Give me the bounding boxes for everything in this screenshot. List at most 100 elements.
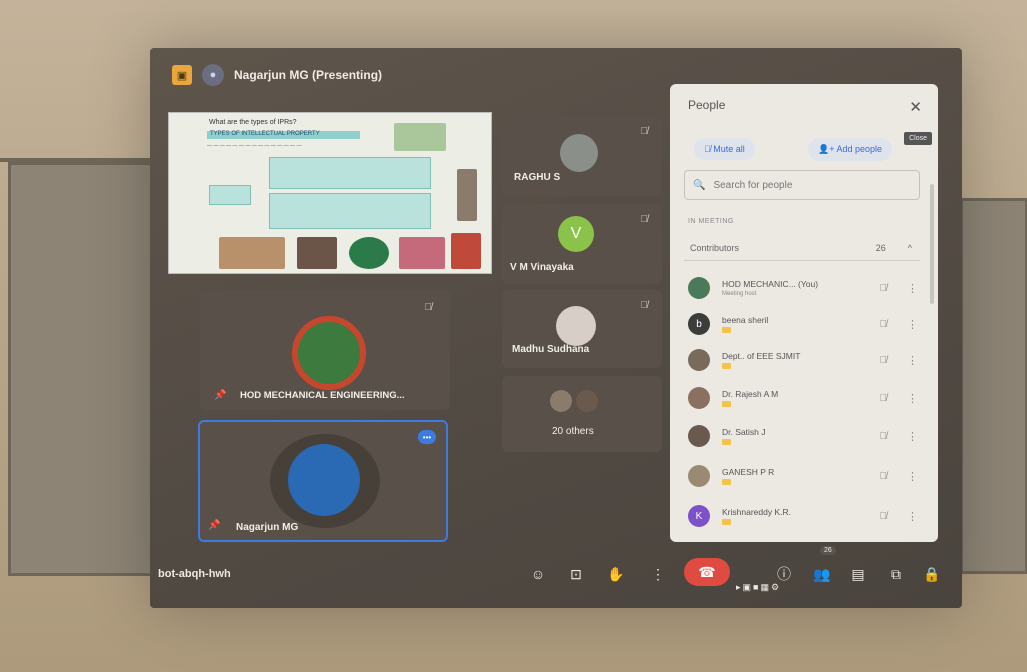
slide-box-left xyxy=(209,185,251,205)
slide-image-logo xyxy=(394,123,446,151)
chat-icon[interactable]: ▤ xyxy=(846,562,870,586)
mic-off-icon[interactable]: 🎙̸ xyxy=(880,431,888,442)
mic-off-icon[interactable]: 🎙̸ xyxy=(880,511,888,522)
tile-raghu[interactable]: 🎙̸ RAGHU S xyxy=(502,116,662,196)
tile-hod[interactable]: 🎙̸ 📌 HOD MECHANICAL ENGINEERING... xyxy=(200,290,450,410)
raise-hand-icon[interactable]: ✋ xyxy=(604,562,628,586)
chevron-up-icon[interactable]: ^ xyxy=(908,243,912,253)
tile-name: Madhu Sudhana xyxy=(512,344,590,355)
mic-off-icon: 🎙̸ xyxy=(640,126,649,137)
participant-name: beena sheril xyxy=(722,315,769,325)
present-now-icon[interactable]: ⊡ xyxy=(564,562,588,586)
scrollbar[interactable] xyxy=(930,184,934,304)
slide-image-4 xyxy=(451,233,481,269)
avatar: V xyxy=(558,216,594,252)
shared-slide: What are the types of IPRs? TYPES OF INT… xyxy=(168,112,492,274)
more-vert-icon[interactable]: ⋮ xyxy=(907,510,918,523)
control-bar: bot-abqh-hwh ☺ ⊡ ✋ ⋮ ☎ ⓘ 26 👥 ▤ ⧉ 🔒 ▸▣■▦… xyxy=(150,546,962,600)
mic-off-icon[interactable]: 🎙̸ xyxy=(880,471,888,482)
avatar: b xyxy=(688,313,710,335)
more-options-icon[interactable]: ⋮ xyxy=(646,562,670,586)
mic-off-icon[interactable]: 🎙̸ xyxy=(880,355,888,366)
participant-row[interactable]: HOD MECHANIC... (You) Meeting host 🎙̸ ⋮ xyxy=(688,270,924,306)
people-icon[interactable]: 👥 xyxy=(810,562,834,586)
more-vert-icon[interactable]: ⋮ xyxy=(907,430,918,443)
mute-all-label: Mute all xyxy=(713,144,745,154)
slide-image-1 xyxy=(219,237,285,269)
presenter-avatar: ● xyxy=(202,64,224,86)
slide-box-bottom xyxy=(269,193,431,229)
tile-name: Nagarjun MG xyxy=(236,522,299,533)
more-vert-icon[interactable]: ⋮ xyxy=(907,354,918,367)
participant-name: Dr. Rajesh A M xyxy=(722,389,779,399)
group-count: 26 xyxy=(875,243,886,253)
avatar xyxy=(556,306,596,346)
slide-image-bottle xyxy=(457,169,477,221)
avatar xyxy=(550,390,572,412)
add-people-button[interactable]: 👤+ Add people xyxy=(808,138,893,161)
participant-row[interactable]: GANESH P R 🎙̸ ⋮ xyxy=(688,458,924,494)
slide-image-3 xyxy=(399,237,445,269)
group-label: Contributors xyxy=(690,243,740,253)
presenter-label: Nagarjun MG (Presenting) xyxy=(234,68,383,82)
mute-all-button[interactable]: 🎙̸ Mute all xyxy=(694,138,755,160)
more-vert-icon[interactable]: ⋮ xyxy=(907,392,918,405)
avatar xyxy=(576,390,598,412)
activities-icon[interactable]: ⧉ xyxy=(884,562,908,586)
host-controls-icon[interactable]: 🔒 xyxy=(920,562,944,586)
close-icon[interactable]: ✕ xyxy=(909,98,922,116)
mic-off-icon[interactable]: 🎙̸ xyxy=(880,393,888,404)
participant-row[interactable]: Dr. Satish J 🎙̸ ⋮ xyxy=(688,418,924,454)
participant-name: Krishnareddy K.R. xyxy=(722,507,791,517)
leave-call-button[interactable]: ☎ xyxy=(684,558,730,586)
panel-title: People xyxy=(688,98,726,112)
more-vert-icon[interactable]: ⋮ xyxy=(907,282,918,295)
people-panel: People ✕ Close 🎙̸ Mute all 👤+ Add people… xyxy=(670,84,938,542)
media-toggle-icons[interactable]: ▸▣■▦⚙ xyxy=(736,582,781,593)
more-vert-icon[interactable]: ⋮ xyxy=(907,318,918,331)
section-label: IN MEETING xyxy=(688,218,734,225)
more-vert-icon[interactable]: ⋮ xyxy=(907,470,918,483)
participant-role: Meeting host xyxy=(722,291,757,297)
avatar xyxy=(288,444,360,516)
tile-name: V M Vinayaka xyxy=(510,262,574,273)
participant-name: HOD MECHANIC... (You) xyxy=(722,279,819,289)
avatar xyxy=(560,134,598,172)
avatar xyxy=(688,425,710,447)
add-people-label: Add people xyxy=(836,144,883,154)
avatar xyxy=(688,277,710,299)
presenter-badge-icon xyxy=(722,401,731,407)
mic-off-icon[interactable]: 🎙̸ xyxy=(880,319,888,330)
slide-question: What are the types of IPRs? xyxy=(209,119,297,126)
tile-madhu[interactable]: 🎙̸ Madhu Sudhana xyxy=(502,290,662,368)
participant-name: Dept.. of EEE SJMIT xyxy=(722,351,801,361)
phone-hangup-icon: ☎ xyxy=(698,563,716,580)
contributors-header[interactable]: Contributors 26 ^ xyxy=(684,236,920,261)
tile-nagarjun[interactable]: ••• 📌 Nagarjun MG xyxy=(198,420,448,542)
captions-icon[interactable]: ☺ xyxy=(526,562,550,586)
participant-row[interactable]: Dept.. of EEE SJMIT 🎙̸ ⋮ xyxy=(688,342,924,378)
participant-row[interactable]: K Krishnareddy K.R. 🎙̸ ⋮ xyxy=(688,498,924,534)
presenter-badge-icon xyxy=(722,363,731,369)
present-screen-icon[interactable]: ▣ xyxy=(172,65,192,85)
participant-name: GANESH P R xyxy=(722,467,775,477)
mic-off-icon[interactable]: 🎙̸ xyxy=(880,283,888,294)
participants-count-badge: 26 xyxy=(820,546,836,555)
more-options-icon[interactable]: ••• xyxy=(418,430,436,444)
search-input[interactable]: 🔍 Search for people xyxy=(684,170,920,200)
avatar: K xyxy=(688,505,710,527)
presenter-badge-icon xyxy=(722,479,731,485)
participant-row[interactable]: Dr. Rajesh A M 🎙̸ ⋮ xyxy=(688,380,924,416)
presenter-badge-icon xyxy=(722,439,731,445)
slide-image-2 xyxy=(297,237,337,269)
tile-vinayaka[interactable]: V 🎙̸ V M Vinayaka xyxy=(502,204,662,284)
mic-off-icon: 🎙̸ xyxy=(640,300,649,311)
slide-box-top xyxy=(269,157,431,189)
pin-icon: 📌 xyxy=(208,520,221,531)
search-icon: 🔍 xyxy=(693,179,706,191)
participant-row[interactable]: b beena sheril 🎙̸ ⋮ xyxy=(688,306,924,342)
presenter-badge-icon xyxy=(722,327,731,333)
participant-name: Dr. Satish J xyxy=(722,427,766,437)
tile-others[interactable]: 20 others xyxy=(502,376,662,452)
presenting-bar: ▣ ● Nagarjun MG (Presenting) xyxy=(172,62,382,88)
